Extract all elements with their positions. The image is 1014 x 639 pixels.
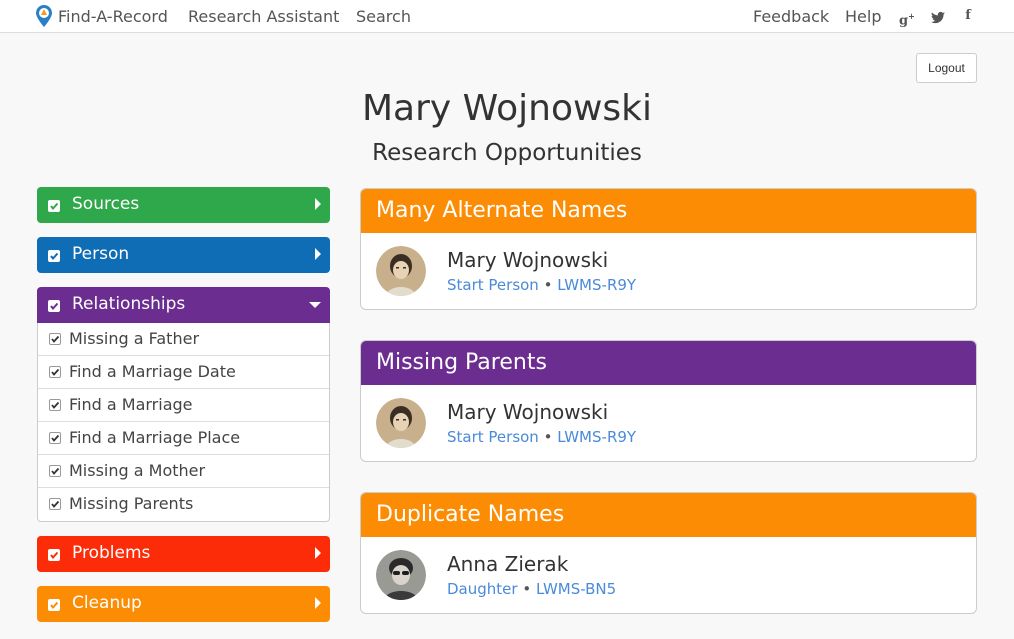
category-sources[interactable]: Sources [37, 187, 330, 223]
meta-separator: • [543, 276, 553, 294]
checkbox-checked-icon[interactable] [49, 432, 61, 444]
checkbox-checked-icon[interactable] [49, 498, 61, 510]
meta-separator: • [522, 580, 532, 598]
checkbox-checked-icon[interactable] [48, 250, 60, 262]
sublist-item-missing-mother[interactable]: Missing a Mother [38, 455, 329, 488]
checkbox-checked-icon[interactable] [49, 366, 61, 378]
page-subtitle: Research Opportunities [372, 140, 642, 166]
person-relation-link[interactable]: Start Person [447, 276, 539, 294]
opportunity-card-missing-parents: Missing Parents Mary Wojnowski Start Per… [360, 340, 977, 462]
checkbox-checked-icon[interactable] [49, 399, 61, 411]
person-avatar[interactable] [376, 398, 426, 448]
checkbox-checked-icon[interactable] [48, 200, 60, 212]
person-meta: Start Person • LWMS-R9Y [447, 276, 636, 294]
meta-separator: • [543, 428, 553, 446]
sublist-item-label: Missing Parents [69, 494, 194, 513]
checkbox-checked-icon[interactable] [48, 599, 60, 611]
person-relation-link[interactable]: Daughter [447, 580, 518, 598]
category-label: Cleanup [72, 593, 142, 613]
person-id-link[interactable]: LWMS-R9Y [557, 276, 636, 294]
person-avatar[interactable] [376, 246, 426, 296]
card-header: Many Alternate Names [361, 189, 976, 233]
person-name[interactable]: Mary Wojnowski [447, 400, 608, 424]
sublist-item-label: Find a Marriage [69, 395, 193, 414]
person-meta: Daughter • LWMS-BN5 [447, 580, 616, 598]
opportunity-card-duplicate-names: Duplicate Names Anna Zierak Daughter • L… [360, 492, 977, 614]
sublist-item-label: Find a Marriage Place [69, 428, 241, 447]
person-relation-link[interactable]: Start Person [447, 428, 539, 446]
sublist-item-label: Missing a Mother [69, 461, 206, 480]
chevron-right-icon [315, 248, 321, 260]
chevron-down-icon [309, 302, 321, 308]
page-title: Mary Wojnowski [361, 88, 653, 129]
card-title: Missing Parents [376, 350, 547, 375]
category-label: Relationships [72, 294, 186, 314]
chevron-right-icon [315, 547, 321, 559]
sublist-item-label: Find a Marriage Date [69, 362, 236, 381]
relationships-sublist: Missing a Father Find a Marriage Date Fi… [37, 323, 330, 522]
checkbox-checked-icon[interactable] [49, 333, 61, 345]
card-title: Many Alternate Names [376, 198, 628, 223]
category-relationships[interactable]: Relationships [37, 287, 330, 323]
category-problems[interactable]: Problems [37, 536, 330, 572]
person-id-link[interactable]: LWMS-BN5 [536, 580, 616, 598]
chevron-right-icon [315, 597, 321, 609]
top-navbar: Find-A-Record Research Assistant Search … [0, 0, 1014, 33]
sublist-item-find-marriage-date[interactable]: Find a Marriage Date [38, 356, 329, 389]
facebook-icon[interactable]: f [961, 8, 975, 24]
category-label: Problems [72, 543, 151, 563]
checkbox-checked-icon[interactable] [49, 465, 61, 477]
logout-button[interactable]: Logout [916, 53, 977, 83]
checkbox-checked-icon[interactable] [48, 300, 60, 312]
card-header: Duplicate Names [361, 493, 976, 537]
checkbox-checked-icon[interactable] [48, 549, 60, 561]
nav-feedback-link[interactable]: Feedback [753, 7, 829, 26]
person-id-link[interactable]: LWMS-R9Y [557, 428, 636, 446]
card-title: Duplicate Names [376, 502, 565, 527]
sublist-item-find-marriage[interactable]: Find a Marriage [38, 389, 329, 422]
nav-help-link[interactable]: Help [845, 7, 881, 26]
nav-brand-link[interactable]: Find-A-Record [58, 7, 168, 26]
category-label: Sources [72, 194, 140, 214]
category-label: Person [72, 244, 130, 264]
card-header: Missing Parents [361, 341, 976, 385]
person-name[interactable]: Mary Wojnowski [447, 248, 608, 272]
sublist-item-missing-parents[interactable]: Missing Parents [38, 488, 329, 521]
person-avatar[interactable] [376, 550, 426, 600]
chevron-right-icon [315, 198, 321, 210]
map-pin-logo-icon[interactable] [36, 5, 52, 27]
category-person[interactable]: Person [37, 237, 330, 273]
sublist-item-label: Missing a Father [69, 329, 200, 348]
category-cleanup[interactable]: Cleanup [37, 586, 330, 622]
nav-research-assistant-link[interactable]: Research Assistant [188, 7, 339, 26]
google-plus-icon[interactable]: g+ [899, 8, 915, 28]
sublist-item-missing-father[interactable]: Missing a Father [38, 323, 329, 356]
opportunity-card-alternate-names: Many Alternate Names Mary Wojnowski Star… [360, 188, 977, 310]
nav-search-link[interactable]: Search [356, 7, 411, 26]
person-meta: Start Person • LWMS-R9Y [447, 428, 636, 446]
sublist-item-find-marriage-place[interactable]: Find a Marriage Place [38, 422, 329, 455]
twitter-icon[interactable] [931, 10, 945, 26]
person-name[interactable]: Anna Zierak [447, 552, 568, 576]
